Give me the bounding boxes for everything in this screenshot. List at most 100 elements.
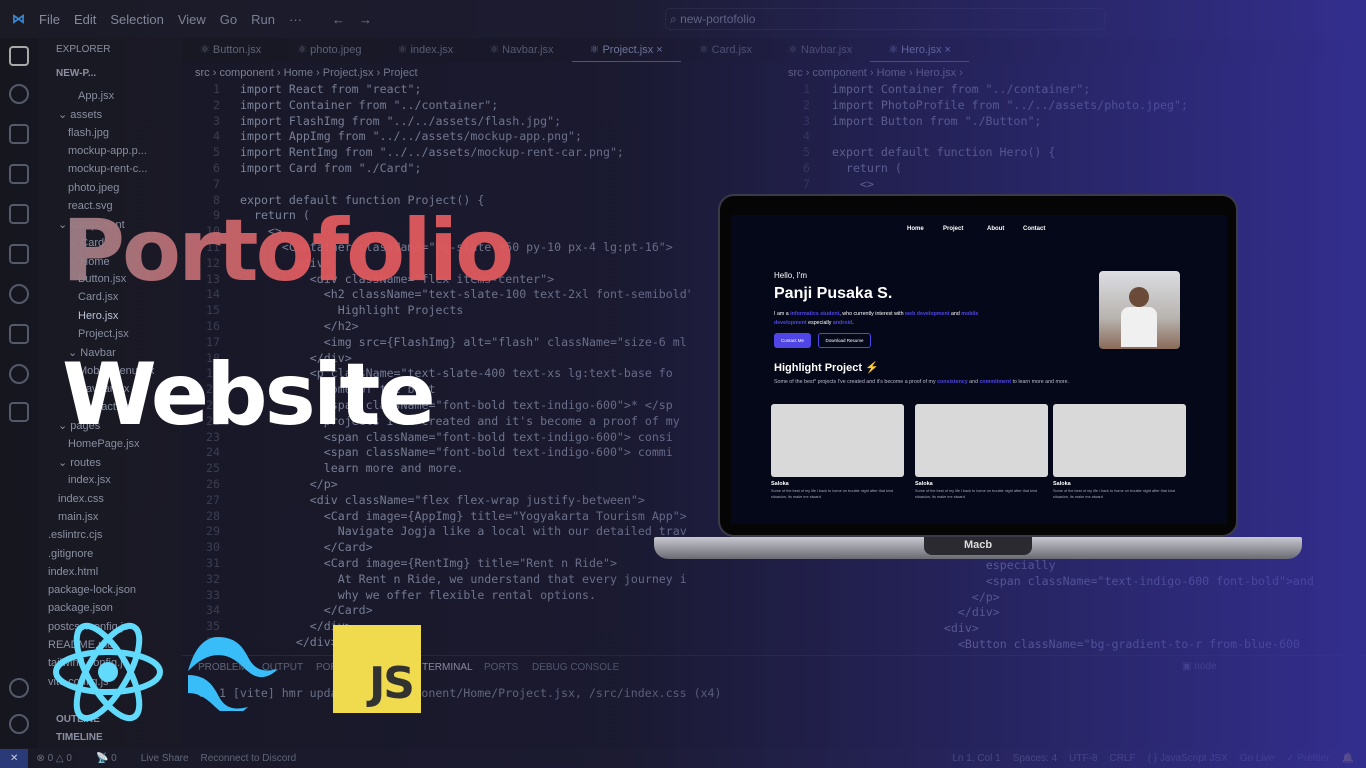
code-line: </div> xyxy=(916,605,1000,620)
project-card-image[interactable] xyxy=(1053,404,1186,477)
tab-button-jsx[interactable]: ⚛ Button.jsx xyxy=(182,38,279,62)
file-item[interactable]: index.jsx xyxy=(68,474,111,486)
file-item[interactable]: Hero.jsx xyxy=(78,310,118,322)
project-card-title: Saloka xyxy=(915,481,933,487)
search-icon[interactable] xyxy=(9,84,29,104)
file-item[interactable]: App.jsx xyxy=(78,90,114,102)
prettier-status[interactable]: ✓ Prettier xyxy=(1286,753,1329,764)
panel-tab-debug-console[interactable]: DEBUG CONSOLE xyxy=(532,662,619,673)
live-share-status[interactable]: Live Share xyxy=(141,753,189,764)
tab-navbar-jsx[interactable]: ⚛ Navbar.jsx xyxy=(471,38,571,62)
tab-hero-jsx[interactable]: ⚛ Hero.jsx × xyxy=(870,38,969,62)
project-card-image[interactable] xyxy=(771,404,904,477)
project-card-image[interactable] xyxy=(915,404,1048,477)
site-intro: I am a informatics student, who currentl… xyxy=(774,310,1004,328)
tab-navbar-jsx[interactable]: ⚛ Navbar.jsx xyxy=(770,38,870,62)
account-icon[interactable] xyxy=(9,678,29,698)
tab-index-jsx[interactable]: ⚛ index.jsx xyxy=(380,38,472,62)
file-item[interactable]: mockup-rent-c... xyxy=(68,163,147,175)
menu-selection[interactable]: Selection xyxy=(110,12,163,27)
chat-icon[interactable] xyxy=(9,402,29,422)
file-item[interactable]: package-lock.json xyxy=(48,584,136,596)
menu-more[interactable]: ··· xyxy=(289,12,302,27)
timeline-section[interactable]: TIMELINE xyxy=(56,732,103,743)
indentation[interactable]: Spaces: 4 xyxy=(1013,753,1057,764)
live-share-icon[interactable] xyxy=(9,324,29,344)
line-number: 35 xyxy=(206,619,220,634)
line-ending[interactable]: CRLF xyxy=(1110,753,1136,764)
text: and xyxy=(967,379,980,385)
settings-gear-icon[interactable] xyxy=(9,714,29,734)
tab-project-jsx[interactable]: ⚛ Project.jsx × xyxy=(571,38,681,62)
run-debug-icon[interactable] xyxy=(9,164,29,184)
tab-card-jsx[interactable]: ⚛ Card.jsx xyxy=(681,38,770,62)
js-logo-text: JS xyxy=(368,658,415,709)
file-item[interactable]: main.jsx xyxy=(58,511,98,523)
terminal-shell[interactable]: ▣ node xyxy=(1182,661,1216,672)
tab-photo-jpeg[interactable]: ⚛ photo.jpeg xyxy=(279,38,379,62)
github-icon[interactable] xyxy=(9,284,29,304)
remote-icon[interactable]: ✕ xyxy=(0,748,29,768)
site-resume-button[interactable]: Download Resume xyxy=(818,333,871,348)
menu-view[interactable]: View xyxy=(178,12,206,27)
menu-edit[interactable]: Edit xyxy=(74,12,96,27)
file-item[interactable]: Project.jsx xyxy=(78,328,129,340)
problems-count: 0 △ 0 xyxy=(47,752,72,764)
file-item[interactable]: index.html xyxy=(48,566,98,578)
code-line: import Button from "./Button"; xyxy=(832,113,1042,128)
file-item[interactable]: mockup-app.p... xyxy=(68,145,147,157)
forward-arrow-icon[interactable]: → xyxy=(359,12,372,27)
line-number: 16 xyxy=(206,318,220,333)
project-root[interactable]: NEW-P... xyxy=(56,68,96,79)
problems-status[interactable]: ⊗ 0 △ 0 xyxy=(36,753,84,764)
file-item[interactable]: index.css xyxy=(58,493,104,505)
file-item[interactable]: .eslintrc.cjs xyxy=(48,529,102,541)
back-arrow-icon[interactable]: ← xyxy=(332,12,345,27)
site-nav-home[interactable]: Home xyxy=(907,226,924,232)
menu-run[interactable]: Run xyxy=(251,12,275,27)
language-mode[interactable]: { } JavaScript JSX xyxy=(1148,753,1228,764)
site-nav-contact[interactable]: Contact xyxy=(1023,226,1045,232)
file-item[interactable]: photo.jpeg xyxy=(68,182,119,194)
source-control-icon[interactable] xyxy=(9,124,29,144)
file-item[interactable]: package.json xyxy=(48,602,113,614)
code-line: import Card from "./Card"; xyxy=(240,160,422,175)
project-card-desc: Some of the best of my life i back to ho… xyxy=(915,489,1037,499)
code-editor-right-tail[interactable]: especially <span className="text-indigo-… xyxy=(916,558,1366,653)
line-number: 31 xyxy=(206,555,220,570)
site-section-title: Highlight Project ⚡ xyxy=(774,361,879,374)
site-nav-about[interactable]: About xyxy=(987,226,1004,232)
file-item[interactable]: flash.jpg xyxy=(68,127,109,139)
line-number: 32 xyxy=(206,571,220,586)
encoding[interactable]: UTF-8 xyxy=(1069,753,1097,764)
panel-tab-ports[interactable]: PORTS xyxy=(484,662,518,673)
panel-tab-terminal[interactable]: TERMINAL xyxy=(422,662,473,673)
project-card-title: Saloka xyxy=(771,481,789,487)
section-title-text: Highlight Project xyxy=(774,362,862,374)
folder-item[interactable]: ⌄ assets xyxy=(58,108,102,121)
explorer-icon[interactable] xyxy=(9,46,29,66)
line-number: 3 xyxy=(803,113,810,128)
menu-go[interactable]: Go xyxy=(220,12,237,27)
folder-item[interactable]: ⌄ routes xyxy=(58,456,101,469)
site-greeting: Hello, I'm xyxy=(774,271,808,280)
code-line: </p> xyxy=(240,476,338,491)
remote-explorer-icon[interactable] xyxy=(9,244,29,264)
code-editor-right[interactable]: import Container from "../container"; imp… xyxy=(832,82,1366,193)
menu-file[interactable]: File xyxy=(39,12,60,27)
line-number: 2 xyxy=(213,97,220,112)
extensions-icon[interactable] xyxy=(9,204,29,224)
command-search[interactable]: ⌕ new-portofolio xyxy=(665,8,1105,30)
line-number: 2 xyxy=(803,97,810,112)
site-contact-button[interactable]: Contact Me xyxy=(774,333,811,348)
line-number: 25 xyxy=(206,461,220,476)
cursor-position[interactable]: Ln 1, Col 1 xyxy=(952,753,1000,764)
bell-icon[interactable]: 🔔 xyxy=(1342,753,1354,764)
site-nav-project[interactable]: Project xyxy=(943,226,963,232)
go-live-button[interactable]: Go Live xyxy=(1240,753,1274,764)
timeline-icon[interactable] xyxy=(9,364,29,384)
vscode-logo-icon: ⋈ xyxy=(12,11,25,26)
discord-status[interactable]: Reconnect to Discord xyxy=(201,753,297,764)
file-item[interactable]: .gitignore xyxy=(48,548,93,560)
ports-status[interactable]: 📡 0 xyxy=(96,753,129,764)
